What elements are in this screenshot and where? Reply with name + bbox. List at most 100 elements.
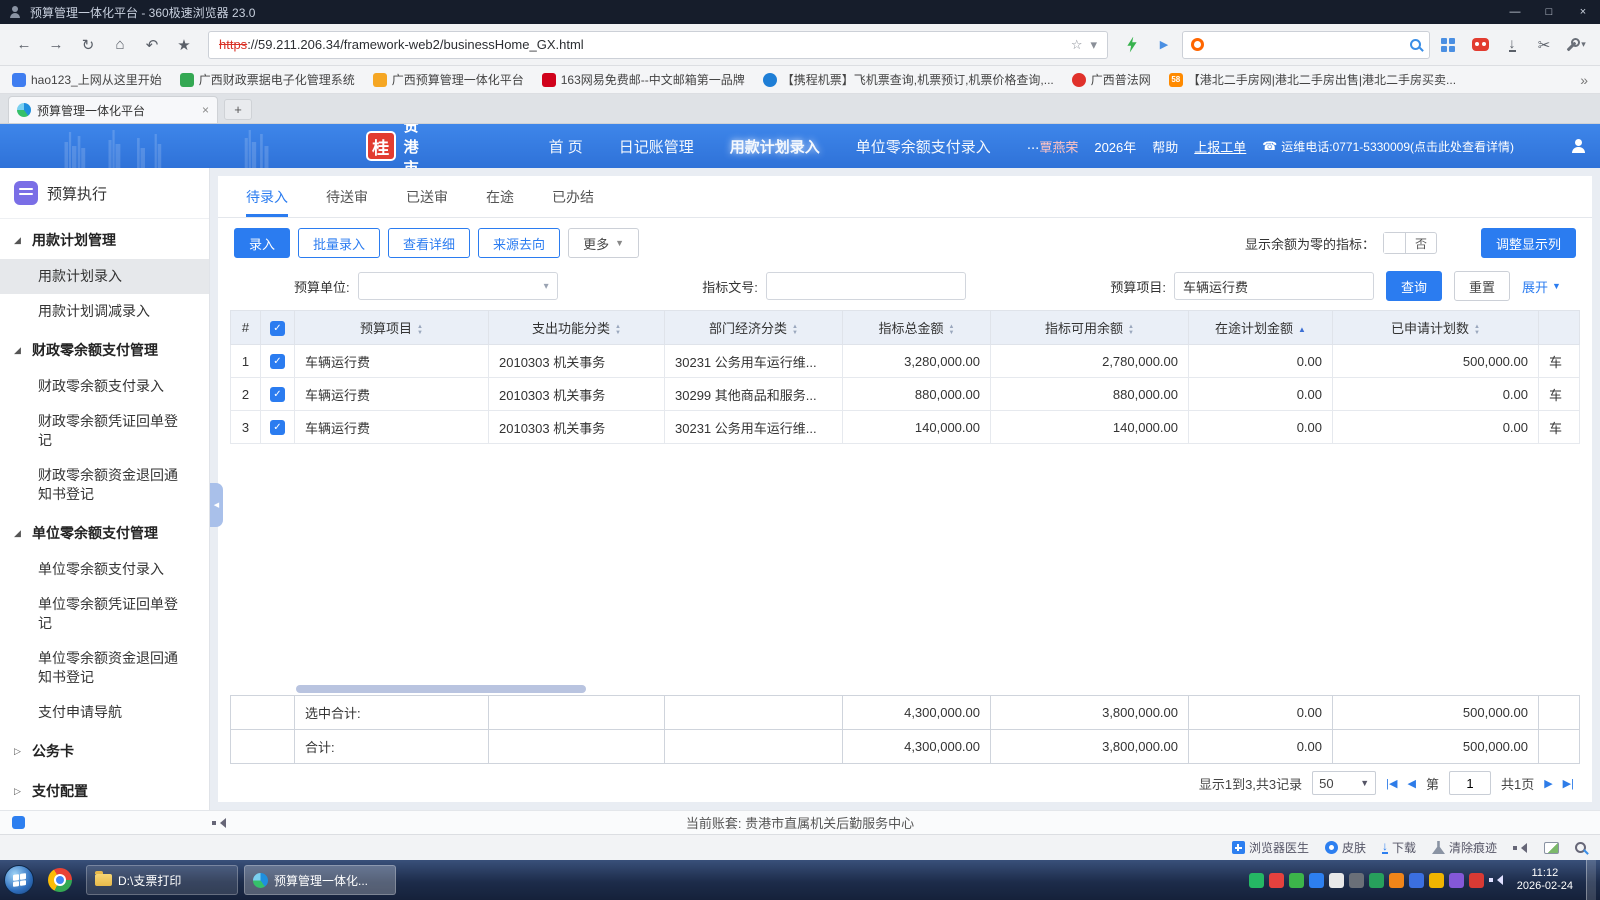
view-detail-button[interactable]: 查看详细 — [388, 228, 470, 258]
bookmark-hao123[interactable]: hao123_上网从这里开始 — [12, 71, 162, 88]
forward-icon[interactable]: → — [42, 31, 70, 59]
row-checkbox[interactable]: ✓ — [270, 420, 285, 435]
nav-plan-entry[interactable]: 用款计划录入 — [730, 136, 820, 157]
last-page-icon[interactable]: ▶| — [1563, 777, 1574, 790]
table-row[interactable]: 3 ✓ 车辆运行费 2010303 机关事务 30231 公务用车运行维... … — [231, 411, 1580, 444]
bookmark-ctrip[interactable]: 【携程机票】飞机票查询,机票预订,机票价格查询,... — [763, 71, 1054, 88]
taskbar-window-explorer[interactable]: D:\支票打印 — [86, 865, 238, 895]
table-row[interactable]: 2 ✓ 车辆运行费 2010303 机关事务 30299 其他商品和服务... … — [231, 378, 1580, 411]
row-checkbox[interactable]: ✓ — [270, 354, 285, 369]
tray-icon[interactable] — [1369, 873, 1384, 888]
first-page-icon[interactable]: |◀ — [1386, 777, 1397, 790]
col-available[interactable]: 指标可用余额▲▼ — [991, 311, 1189, 345]
screenshot-scissors-icon[interactable]: ✂ — [1530, 31, 1558, 59]
fiscal-year[interactable]: 2026年 — [1094, 137, 1136, 156]
tray-icon[interactable] — [1429, 873, 1444, 888]
taskbar-window-browser[interactable]: 预算管理一体化... — [244, 865, 396, 895]
refresh-icon[interactable]: ↻ — [74, 31, 102, 59]
skin-button[interactable]: 皮肤 — [1325, 839, 1366, 856]
sidebar-group-unit-zero[interactable]: ◢ 单位零余额支付管理 — [0, 512, 209, 552]
new-tab-button[interactable]: + — [224, 99, 252, 120]
sidebar-item-plan-reduce[interactable]: 用款计划调减录入 — [0, 294, 209, 329]
download-manager-button[interactable]: ↓ 下载 — [1382, 839, 1416, 856]
tab-pending-review[interactable]: 待送审 — [326, 176, 368, 217]
col-function[interactable]: 支出功能分类▲▼ — [489, 311, 665, 345]
sidebar-group-fiscal-zero[interactable]: ◢ 财政零余额支付管理 — [0, 329, 209, 369]
sort-icon[interactable]: ▲▼ — [417, 324, 423, 336]
indicator-doc-input[interactable] — [766, 272, 966, 300]
tray-icon[interactable] — [1449, 873, 1464, 888]
clear-traces-button[interactable]: 清除痕迹 — [1432, 839, 1497, 856]
sidebar-item-unit-zero-refund[interactable]: 单位零余额资金退回通知书登记 — [0, 641, 209, 695]
tab-pending-entry[interactable]: 待录入 — [246, 176, 288, 217]
sidebar-item-plan-entry[interactable]: 用款计划录入 — [0, 259, 209, 294]
ticket-link[interactable]: 上报工单 — [1194, 137, 1246, 156]
search-button[interactable]: 查询 — [1386, 271, 1442, 301]
sidebar-item-fiscal-zero-receipt[interactable]: 财政零余额凭证回单登记 — [0, 404, 209, 458]
nav-more[interactable]: ... — [1027, 136, 1040, 157]
start-button[interactable] — [4, 865, 34, 895]
tray-icon[interactable] — [1349, 873, 1364, 888]
hotline[interactable]: ☎ 运维电话:0771-5330009(点击此处查看详情) — [1262, 138, 1514, 155]
sidebar-item-pay-nav[interactable]: 支付申请导航 — [0, 695, 209, 730]
sidebar-group-gongwuka[interactable]: ▷ 公务卡 — [0, 730, 209, 770]
horizontal-scrollbar-thumb[interactable] — [296, 685, 586, 693]
help-link[interactable]: 帮助 — [1152, 137, 1178, 156]
browser-tab[interactable]: 预算管理一体化平台 × — [8, 96, 218, 123]
more-button[interactable]: 更多 ▼ — [568, 228, 639, 258]
status-app-icon[interactable] — [12, 816, 25, 829]
tray-icon[interactable] — [1469, 873, 1484, 888]
address-dropdown-icon[interactable]: ▾ — [1090, 37, 1097, 53]
chrome-taskbar-icon[interactable] — [48, 868, 72, 892]
tray-icon[interactable] — [1289, 873, 1304, 888]
nav-journal[interactable]: 日记账管理 — [619, 136, 694, 157]
sort-icon[interactable]: ▲▼ — [615, 324, 621, 336]
sidebar-collapse-handle[interactable]: ◀ — [210, 483, 223, 527]
zero-balance-toggle[interactable]: 否 — [1383, 232, 1437, 254]
sidebar-group-plan-mgmt[interactable]: ◢ 用款计划管理 — [0, 219, 209, 259]
zoom-icon[interactable] — [1575, 842, 1586, 853]
image-toggle-icon[interactable] — [1544, 842, 1559, 854]
sidebar-root-budget-exec[interactable]: 预算执行 — [0, 168, 209, 219]
select-all-checkbox[interactable]: ✓ — [270, 321, 285, 336]
budget-project-input[interactable] — [1174, 272, 1374, 300]
batch-entry-button[interactable]: 批量录入 — [298, 228, 380, 258]
bookmark-piaoju[interactable]: 广西财政票据电子化管理系统 — [180, 71, 355, 88]
sort-icon[interactable]: ▲▼ — [792, 324, 798, 336]
col-total[interactable]: 指标总金额▲▼ — [843, 311, 991, 345]
current-user[interactable]: 覃燕荣 — [1039, 137, 1078, 156]
sidebar-item-unit-zero-receipt[interactable]: 单位零余额凭证回单登记 — [0, 587, 209, 641]
browser-account-icon[interactable] — [8, 5, 22, 19]
tray-icon[interactable] — [1389, 873, 1404, 888]
sort-asc-icon[interactable]: ▲ — [1298, 326, 1306, 334]
bookmark-yusuan[interactable]: 广西预算管理一体化平台 — [373, 71, 524, 88]
minimize-button[interactable]: — — [1498, 0, 1532, 24]
bookmark-58[interactable]: 58 【港北二手房网|港北二手房出售|港北二手房买卖... — [1169, 71, 1456, 88]
tray-icon[interactable] — [1249, 873, 1264, 888]
bookmark-pufa[interactable]: 广西普法网 — [1072, 71, 1151, 88]
volume-icon[interactable] — [1489, 874, 1504, 886]
home-icon[interactable]: ⌂ — [106, 31, 134, 59]
horizontal-scrollbar-track[interactable] — [230, 683, 1580, 695]
show-desktop-button[interactable] — [1586, 860, 1596, 900]
table-row[interactable]: 1 ✓ 车辆运行费 2010303 机关事务 30231 公务用车运行维... … — [231, 345, 1580, 378]
taskbar-clock[interactable]: 11:12 2026-02-24 — [1517, 867, 1573, 893]
bookmark-star-icon[interactable]: ★ — [170, 31, 198, 59]
tab-close-icon[interactable]: × — [202, 103, 209, 117]
games-icon[interactable] — [1466, 31, 1494, 59]
prev-page-icon[interactable]: ◀ — [1407, 777, 1415, 790]
status-speaker-icon[interactable] — [212, 817, 227, 829]
sidebar-item-fiscal-zero-entry[interactable]: 财政零余额支付录入 — [0, 369, 209, 404]
browser-doctor-button[interactable]: 浏览器医生 — [1232, 839, 1309, 856]
user-avatar-icon[interactable] — [1570, 138, 1586, 154]
accelerate-icon[interactable] — [1118, 31, 1146, 59]
favorite-icon[interactable]: ☆ — [1071, 37, 1083, 53]
bookmarks-overflow-icon[interactable]: » — [1580, 72, 1588, 88]
col-economy[interactable]: 部门经济分类▲▼ — [665, 311, 843, 345]
sort-icon[interactable]: ▲▼ — [1128, 324, 1134, 336]
back-icon[interactable]: ← — [10, 31, 38, 59]
sort-icon[interactable]: ▲▼ — [1474, 324, 1480, 336]
col-transit[interactable]: 在途计划金额▲ — [1189, 311, 1333, 345]
tray-icon[interactable] — [1409, 873, 1424, 888]
budget-unit-select[interactable]: ▾ — [358, 272, 558, 300]
